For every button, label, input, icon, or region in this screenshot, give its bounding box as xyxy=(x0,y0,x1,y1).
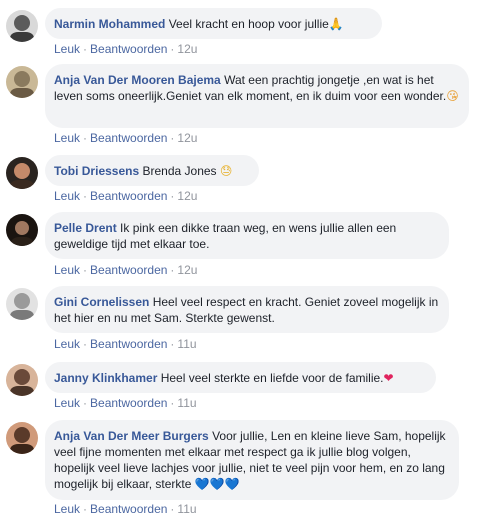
comment-actions: Leuk · Beantwoorden · 12u xyxy=(54,131,197,145)
comment-author[interactable]: Janny Klinkhamer xyxy=(54,371,157,385)
comment-bubble: Anja Van Der Meer Burgers Voor jullie, L… xyxy=(45,420,459,500)
comment-bubble: Narmin Mohammed Veel kracht en hoop voor… xyxy=(45,8,382,39)
comment-time[interactable]: 12u xyxy=(177,42,197,56)
separator-dot: · xyxy=(170,189,175,203)
comment-time[interactable]: 11u xyxy=(177,396,196,410)
avatar[interactable] xyxy=(6,10,38,42)
comment-author[interactable]: Anja Van Der Mooren Bajema xyxy=(54,73,221,87)
separator-dot: · xyxy=(83,42,88,56)
separator-dot: · xyxy=(170,502,175,516)
reply-link[interactable]: Beantwoorden xyxy=(90,189,167,203)
sweat-face-icon: 😓 xyxy=(219,164,233,178)
like-link[interactable]: Leuk xyxy=(54,42,80,56)
separator-dot: · xyxy=(83,263,88,277)
separator-dot: · xyxy=(170,131,175,145)
avatar[interactable] xyxy=(6,157,38,189)
comment-author[interactable]: Tobi Driessens xyxy=(54,164,139,178)
like-link[interactable]: Leuk xyxy=(54,189,80,203)
avatar[interactable] xyxy=(6,214,38,246)
like-link[interactable]: Leuk xyxy=(54,502,80,516)
reply-link[interactable]: Beantwoorden xyxy=(90,502,167,516)
avatar[interactable] xyxy=(6,288,38,320)
separator-dot: · xyxy=(170,337,175,351)
comment-time[interactable]: 12u xyxy=(177,189,197,203)
comment-bubble: Janny Klinkhamer Heel veel sterkte en li… xyxy=(45,362,436,393)
separator-dot: · xyxy=(83,189,88,203)
separator-dot: · xyxy=(83,337,88,351)
separator-dot: · xyxy=(170,263,175,277)
comment-time[interactable]: 12u xyxy=(177,263,197,277)
separator-dot: · xyxy=(170,396,175,410)
avatar[interactable] xyxy=(6,422,38,454)
comment-text[interactable]: Brenda Jones xyxy=(142,164,216,178)
comment-time[interactable]: 11u xyxy=(177,337,196,351)
separator-dot: · xyxy=(170,42,175,56)
comment-author[interactable]: Anja Van Der Meer Burgers xyxy=(54,429,209,443)
comment-text: Heel veel sterkte en liefde voor de fami… xyxy=(160,371,384,385)
comment-time[interactable]: 11u xyxy=(177,502,196,516)
like-link[interactable]: Leuk xyxy=(54,263,80,277)
reply-link[interactable]: Beantwoorden xyxy=(90,263,167,277)
comment-actions: Leuk · Beantwoorden · 11u xyxy=(54,396,197,410)
comment-actions: Leuk · Beantwoorden · 12u xyxy=(54,42,197,56)
comment-author[interactable]: Narmin Mohammed xyxy=(54,17,165,31)
like-link[interactable]: Leuk xyxy=(54,337,80,351)
comment-bubble: Anja Van Der Mooren Bajema Wat een prach… xyxy=(45,64,469,128)
reply-link[interactable]: Beantwoorden xyxy=(90,396,167,410)
comment-bubble: Gini Cornelissen Heel veel respect en kr… xyxy=(45,286,449,333)
comment-list: Narmin Mohammed Veel kracht en hoop voor… xyxy=(0,0,479,517)
comment-actions: Leuk · Beantwoorden · 11u xyxy=(54,337,197,351)
like-link[interactable]: Leuk xyxy=(54,131,80,145)
blue-hearts-icon: 💙💙💙 xyxy=(194,477,240,491)
avatar[interactable] xyxy=(6,364,38,396)
kiss-face-icon: 😘 xyxy=(446,89,459,103)
comment-actions: Leuk · Beantwoorden · 12u xyxy=(54,263,197,277)
separator-dot: · xyxy=(83,396,88,410)
comment-actions: Leuk · Beantwoorden · 12u xyxy=(54,189,197,203)
praying-hands-icon: 🙏 xyxy=(328,17,344,31)
comment-text: Veel kracht en hoop voor jullie xyxy=(168,17,329,31)
separator-dot: · xyxy=(83,131,88,145)
red-heart-icon: ❤ xyxy=(383,371,394,385)
comment-bubble: Pelle Drent Ik pink een dikke traan weg,… xyxy=(45,212,449,259)
like-link[interactable]: Leuk xyxy=(54,396,80,410)
reply-link[interactable]: Beantwoorden xyxy=(90,42,167,56)
reply-link[interactable]: Beantwoorden xyxy=(90,131,167,145)
comment-bubble: Tobi Driessens Brenda Jones 😓 xyxy=(45,155,259,186)
comment-author[interactable]: Pelle Drent xyxy=(54,221,117,235)
separator-dot: · xyxy=(83,502,88,516)
reply-link[interactable]: Beantwoorden xyxy=(90,337,167,351)
comment-actions: Leuk · Beantwoorden · 11u xyxy=(54,502,197,516)
comment-time[interactable]: 12u xyxy=(177,131,197,145)
comment-author[interactable]: Gini Cornelissen xyxy=(54,295,149,309)
avatar[interactable] xyxy=(6,66,38,98)
